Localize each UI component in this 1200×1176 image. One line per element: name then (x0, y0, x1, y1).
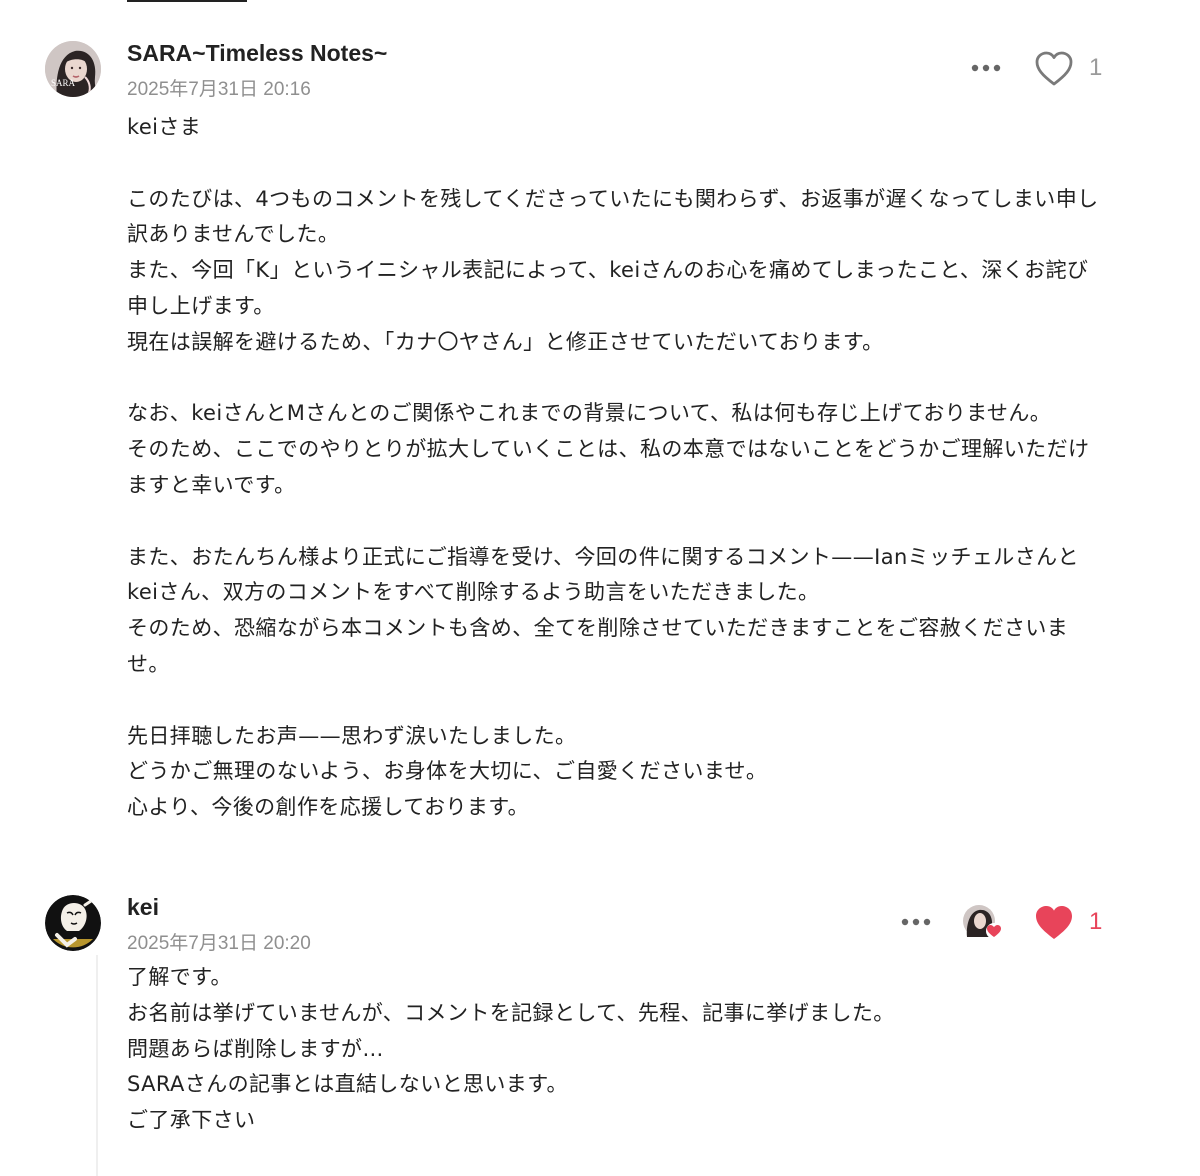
comment-line: このたびは、4つものコメントを残してくださっていたにも関わらず、お返事が遅くなっ… (127, 186, 1099, 247)
like-button[interactable] (1034, 50, 1074, 88)
comment-line: そのため、恐縮ながら本コメントも含め、全てを削除させていただきますことをご容赦く… (127, 616, 1069, 676)
comment-line: 現在は誤解を避けるため、「カナ〇ヤさん」と修正させていただいております。 (127, 329, 884, 354)
comment-line (127, 504, 1107, 540)
comment-line: また、今回「K」というイニシャル表記によって、keiさんのお心を痛めてしまったこ… (127, 258, 1089, 318)
avatar-caption: SARA (51, 78, 76, 88)
comment-line: また、おたんちん様より正式にご指導を受け、今回の件に関するコメント——Ianミッ… (127, 544, 1079, 605)
author-avatar[interactable]: SARA (45, 41, 101, 97)
reply-thread-line (96, 955, 98, 1176)
author-name[interactable]: SARA~Timeless Notes~ (127, 40, 387, 67)
comment-line: 先日拝聴したお声——思わず涙いたしました。 (127, 723, 577, 748)
comment-thread: SARA SARA~Timeless Notes~ 2025年7月31日 20:… (0, 0, 1200, 1176)
liked-by-author-avatar[interactable] (962, 904, 1004, 942)
comment-line (127, 146, 1107, 182)
more-options-button[interactable] (968, 58, 1004, 78)
like-count: 1 (1089, 54, 1103, 81)
line-art-avatar-icon (45, 895, 101, 951)
comment-line: 了解です。 (127, 965, 232, 989)
comment-line: そのため、ここでのやりとりが拡大していくことは、私の本意ではないことをどうかご理… (127, 437, 1090, 497)
author-liked-avatar-icon (963, 905, 1002, 939)
comment-line: お名前は挙げていませんが、コメントを記録として、先程、記事に挙げました。 (127, 1000, 895, 1025)
comment-body: 了解です。 お名前は挙げていませんが、コメントを記録として、先程、記事に挙げまし… (127, 960, 1107, 1139)
author-name[interactable]: kei (127, 894, 159, 921)
comment-line: どうかご無理のないよう、お身体を大切に、ご自愛くださいませ。 (127, 759, 768, 784)
heart-outline-icon (1035, 51, 1073, 86)
heart-filled-icon (1036, 906, 1072, 939)
comment-body: keiさま このたびは、4つものコメントを残してくださっていたにも関わらず、お返… (127, 110, 1107, 826)
comment-timestamp: 2025年7月31日 20:16 (127, 79, 311, 100)
more-options-button[interactable] (898, 912, 934, 932)
comment-line: SARAさんの記事とは直結しないと思います。 (127, 1072, 568, 1097)
comment-line: keiさま (127, 115, 202, 139)
comment-timestamp: 2025年7月31日 20:20 (127, 933, 311, 954)
like-button[interactable] (1034, 904, 1074, 942)
woman-portrait-avatar-icon: SARA (45, 41, 101, 97)
ellipsis-icon (971, 64, 1001, 72)
like-count: 1 (1089, 908, 1103, 935)
comment-line (127, 683, 1107, 719)
comment-line: なお、keiさんとMさんとのご関係やこれまでの背景について、私は何も存じ上げてお… (127, 401, 1052, 426)
ellipsis-icon (901, 918, 931, 926)
author-avatar[interactable] (45, 895, 101, 951)
comment-line (127, 361, 1107, 397)
divider (127, 0, 247, 2)
comment-line: 問題あらば削除しますが… (127, 1036, 384, 1061)
comment-line: ご了承下さい (127, 1108, 256, 1133)
comment-line: 心より、今後の創作を応援しております。 (127, 795, 529, 820)
